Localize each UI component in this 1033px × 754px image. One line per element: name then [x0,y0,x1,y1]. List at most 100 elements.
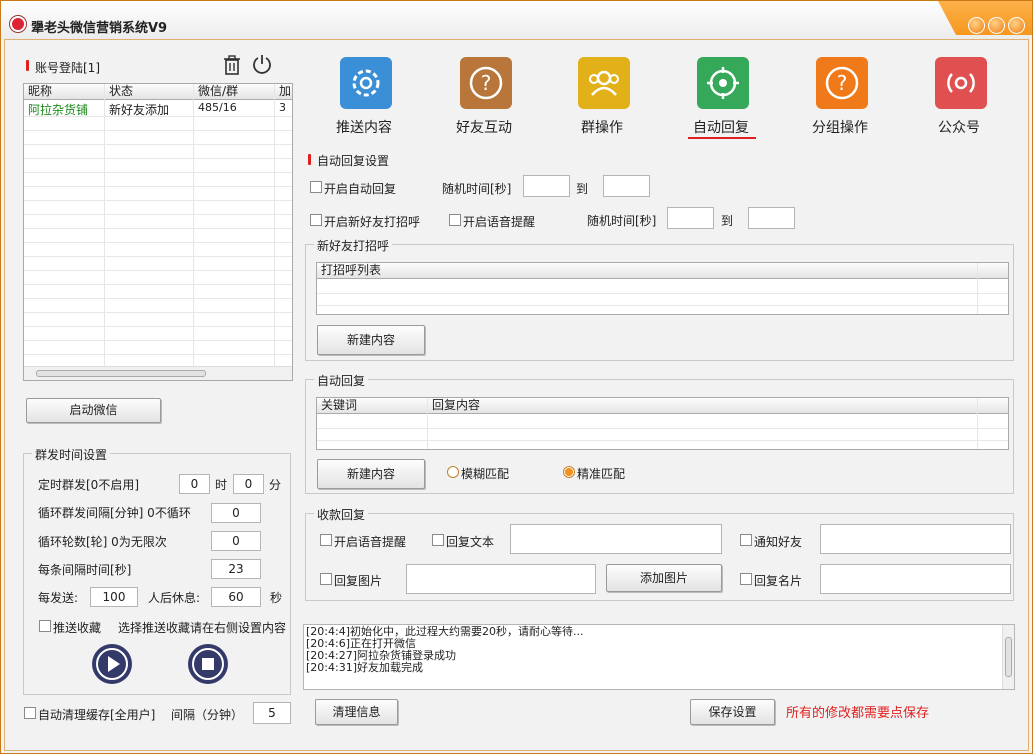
notify-friend-input[interactable] [820,524,1011,554]
broadcast-title: 群发时间设置 [32,446,111,463]
account-title: 账号登陆[1] [35,61,100,75]
section-marker [308,154,311,165]
account-table[interactable]: 昵称 状态 微信/群 加 阿拉杂货铺 新好友添加 485/16 3 [23,83,293,381]
tab-official-account-label[interactable]: 公众号 [938,117,980,137]
trash-icon[interactable] [223,55,241,75]
scrollbar-thumb[interactable] [36,370,206,377]
to-label: 到 [576,182,589,196]
minute-unit: 分 [269,478,282,492]
tab-group-manage[interactable]: ? [816,57,868,109]
greet-new-button[interactable]: 新建内容 [317,325,425,355]
tab-official-account[interactable] [935,57,987,109]
cache-interval-input[interactable]: 5 [253,702,291,724]
column-header[interactable]: 昵称 [24,84,105,100]
to-label-2: 到 [721,214,734,228]
minute-input[interactable]: 0 [233,474,264,494]
keyword-list[interactable]: 关键词 回复内容 [316,397,1009,450]
random-time-label: 随机时间[秒] [442,182,512,196]
pay-card-checkbox[interactable] [740,573,752,585]
exact-match-radio[interactable] [563,466,575,478]
rounds-input[interactable]: 0 [211,531,261,551]
gear-icon [340,57,392,109]
pay-voice-checkbox[interactable] [320,534,332,546]
play-button[interactable] [92,644,132,684]
tab-push-content-label[interactable]: 推送内容 [336,117,392,137]
column-header[interactable]: 加 [275,84,292,100]
save-settings-button[interactable]: 保存设置 [690,699,775,725]
pay-text-checkbox[interactable] [432,534,444,546]
auto-reply-section-title: 自动回复设置 [317,154,390,168]
random-max-input[interactable] [603,175,650,197]
push-favorites-hint: 选择推送收藏请在右侧设置内容 [118,621,287,635]
interval-input[interactable]: 0 [211,503,261,523]
stop-button[interactable] [188,644,228,684]
rest-input[interactable]: 60 [211,587,261,607]
rest-unit: 秒 [270,591,283,605]
rounds-label: 循环轮数[轮] 0为无限次 [38,535,167,549]
tab-auto-reply-label[interactable]: 自动回复 [693,117,749,137]
log-box[interactable]: [20:4:4]初始化中，此过程大约需要20秒，请耐心等待... [20:4:6… [303,624,1015,690]
notify-friend-checkbox[interactable] [740,534,752,546]
svg-text:?: ? [481,71,492,95]
exact-match-label: 精准匹配 [577,467,626,481]
save-hint: 所有的修改都需要点保存 [786,706,930,721]
app-logo-icon [10,16,26,32]
column-header[interactable]: 回复内容 [428,398,978,414]
random2-min-input[interactable] [667,207,714,229]
account-count: 485/16 [198,101,237,114]
pay-image-label: 回复图片 [334,574,383,588]
column-header[interactable]: 微信/群 [194,84,275,100]
active-tab-underline [688,137,756,139]
clear-log-button[interactable]: 清理信息 [315,699,398,725]
maximize-icon[interactable] [988,17,1005,34]
tab-group-manage-label[interactable]: 分组操作 [812,117,868,137]
tab-auto-reply[interactable] [697,57,749,109]
horizontal-scrollbar[interactable] [24,366,292,380]
pay-text-input[interactable] [510,524,722,554]
account-extra: 3 [279,101,286,114]
gap-input[interactable]: 23 [211,559,261,579]
pay-image-input[interactable] [406,564,596,594]
close-icon[interactable] [1008,17,1025,34]
column-header[interactable]: 状态 [105,84,194,100]
hour-unit: 时 [215,478,228,492]
payment-group-title: 收款回复 [314,506,369,523]
broadcast-icon [935,57,987,109]
question-icon: ? [460,57,512,109]
tab-push-content[interactable] [340,57,392,109]
pay-image-checkbox[interactable] [320,573,332,585]
vertical-scrollbar[interactable] [1002,625,1014,689]
push-favorites-checkbox[interactable] [39,620,51,632]
pay-card-input[interactable] [820,564,1011,594]
tab-friend-interaction-label[interactable]: 好友互动 [456,117,512,137]
tab-group-ops-label[interactable]: 群操作 [581,117,623,137]
tab-group-ops[interactable] [578,57,630,109]
start-wechat-button[interactable]: 启动微信 [26,398,161,423]
auto-clear-cache-checkbox[interactable] [24,707,36,719]
random2-max-input[interactable] [748,207,795,229]
fuzzy-match-label: 模糊匹配 [461,467,510,481]
svg-text:?: ? [837,71,848,95]
notify-friend-label: 通知好友 [754,535,803,549]
reply-new-button[interactable]: 新建内容 [317,459,425,489]
greet-group: 新好友打招呼 打招呼列表 新建内容 [305,237,1014,361]
fuzzy-match-radio[interactable] [447,466,459,478]
power-icon[interactable] [252,54,272,74]
greet-new-friend-checkbox[interactable] [310,214,322,226]
scrollbar-thumb[interactable] [1005,637,1012,677]
minimize-icon[interactable] [968,17,985,34]
column-header[interactable]: 打招呼列表 [317,263,978,279]
broadcast-group: 群发时间设置 定时群发[0不启用] 0 时 0 分 循环群发间隔[分钟] 0不循… [23,446,291,695]
column-header[interactable]: 关键词 [317,398,428,414]
hour-input[interactable]: 0 [179,474,210,494]
send-count-input[interactable]: 100 [90,587,138,607]
enable-auto-reply-label: 开启自动回复 [324,182,397,196]
random-min-input[interactable] [523,175,570,197]
table-row[interactable]: 阿拉杂货铺 新好友添加 485/16 3 [24,101,292,117]
tab-friend-interaction[interactable]: ? [460,57,512,109]
enable-auto-reply-checkbox[interactable] [310,181,322,193]
title-bar: 犟老头微信营销系统V9 [1,1,1032,39]
voice-alert-checkbox[interactable] [449,214,461,226]
greet-list[interactable]: 打招呼列表 [316,262,1009,315]
add-image-button[interactable]: 添加图片 [606,564,722,592]
